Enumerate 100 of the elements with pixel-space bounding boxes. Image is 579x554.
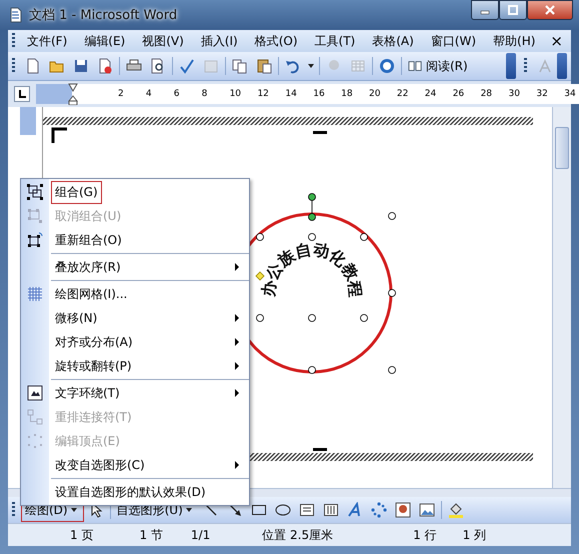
permission-icon[interactable] [97, 58, 113, 74]
ruler-number: 22 [396, 89, 410, 99]
help-icon[interactable] [379, 58, 395, 74]
ruler-number: 10 [230, 89, 242, 99]
status-text: 1 行 [413, 526, 437, 544]
caret-icon [70, 508, 77, 512]
ungroup-icon [27, 208, 43, 224]
submenu-arrow-icon [235, 461, 239, 469]
clip-art-icon[interactable] [394, 502, 411, 518]
ruler-number: 26 [452, 89, 466, 99]
status-text: 1 列 [462, 526, 486, 544]
edit-points-icon [27, 433, 43, 449]
maximize-icon [507, 5, 519, 15]
vertical-scrollbar[interactable] [552, 107, 571, 488]
toolbar-grip [12, 502, 15, 518]
undo-icon[interactable] [285, 58, 301, 74]
ruler-number: 24 [424, 89, 438, 99]
document-icon [8, 7, 24, 23]
status-text: 1 节 [139, 526, 163, 544]
tab-selector[interactable] [14, 86, 30, 102]
submenu-arrow-icon [235, 263, 239, 271]
minimize-button[interactable] [471, 0, 499, 20]
group-icon [27, 184, 43, 200]
status-text: 1 页 [70, 526, 94, 544]
ruler-number: 6 [174, 89, 181, 99]
ruler-number: 30 [508, 89, 521, 99]
fill-bucket-icon[interactable] [448, 502, 464, 518]
toolbar-grip [524, 58, 527, 74]
paste-icon[interactable] [256, 58, 272, 74]
ruler-number: 18 [341, 89, 354, 99]
connector-icon [27, 409, 43, 425]
text-wrap-icon [27, 385, 43, 401]
text-box-icon[interactable] [298, 502, 315, 518]
menu-item[interactable]: 微移(N) [51, 306, 102, 330]
close-button[interactable] [527, 0, 573, 20]
ruler-number: 32 [536, 89, 549, 99]
menu-item[interactable]: 改变自选图形(C) [51, 454, 149, 476]
wordart-icon[interactable] [346, 502, 363, 518]
ruler-number: 14 [285, 89, 298, 99]
caret-icon [186, 508, 192, 512]
caret-icon[interactable] [308, 64, 314, 68]
submenu-arrow-icon [235, 389, 239, 397]
menu-item[interactable]: 叠放次序(R) [51, 256, 125, 278]
new-document-icon[interactable] [25, 58, 41, 74]
submenu-arrow-icon [235, 314, 239, 322]
image-icon[interactable] [418, 502, 435, 518]
menu-item[interactable]: 工具(T) [308, 32, 366, 50]
close-icon [544, 5, 556, 15]
menu-item[interactable]: 编辑(E) [78, 32, 136, 50]
submenu-arrow-icon [235, 362, 239, 370]
ruler-number: 28 [480, 89, 494, 99]
rectangle-icon[interactable] [250, 502, 267, 518]
grid-icon [27, 286, 43, 302]
window-title: 文档 1 - Microsoft Word [29, 7, 178, 24]
margin-marker [313, 131, 327, 134]
read-button[interactable]: 阅读(R) [404, 58, 506, 74]
menu-item[interactable]: 文字环绕(T) [51, 382, 124, 404]
menu-item: 取消组合(U) [54, 208, 122, 224]
menu-item[interactable]: 组合(G) [51, 180, 102, 204]
submenu-arrow-icon [235, 338, 239, 346]
spelling-check-icon[interactable] [179, 58, 195, 74]
copy-icon[interactable] [232, 58, 248, 74]
menu-item[interactable]: 格式(O) [248, 32, 309, 50]
menu-item: 编辑顶点(E) [54, 432, 121, 450]
regroup-icon [27, 232, 43, 248]
wordart-text[interactable]: 办公族自动化教程 [258, 239, 366, 298]
save-icon[interactable] [73, 58, 89, 74]
ruler-number: 20 [369, 89, 382, 99]
diagram-icon[interactable] [370, 502, 387, 518]
status-text: 1/1 [190, 528, 210, 542]
book-icon [408, 59, 422, 73]
indent-marker-icon[interactable] [68, 83, 78, 105]
corner-mark [52, 128, 67, 143]
menu-item[interactable]: 插入(I) [194, 32, 249, 50]
margin-marker [313, 448, 327, 451]
ruler-number: 12 [257, 89, 270, 99]
menu-item[interactable]: 对齐或分布(A) [51, 330, 137, 354]
ruler-number: 2 [118, 89, 125, 99]
left-tab-icon [17, 89, 27, 99]
vertical-text-box-icon[interactable] [322, 502, 339, 518]
close-document-button[interactable]: × [550, 32, 563, 50]
menu-item[interactable]: 旋转或翻转(P) [51, 354, 136, 378]
maximize-button[interactable] [499, 0, 527, 20]
ruler-number: 4 [146, 89, 153, 99]
ruler-number: 8 [202, 89, 208, 99]
menu-item[interactable]: 窗口(W) [424, 32, 488, 50]
ruler-number: 16 [313, 89, 326, 99]
toolbar-grip [12, 58, 15, 74]
selection-handles[interactable] [255, 193, 396, 374]
menu-item[interactable]: 表格(A) [366, 32, 425, 50]
menu-item: 重排连接符(T) [54, 408, 133, 426]
status-text: 位置 2.5厘米 [262, 526, 334, 544]
menu-item[interactable]: 绘图网格(I)... [51, 282, 132, 306]
ruler-number: 34 [564, 89, 577, 99]
menu-item[interactable]: 视图(V) [136, 32, 195, 50]
oval-icon[interactable] [274, 502, 291, 518]
toolbar-grip [12, 33, 15, 49]
menu-item[interactable]: 帮助(H) [487, 32, 546, 50]
menu-item[interactable]: 文件(F) [21, 32, 78, 50]
menu-item[interactable]: 重新组合(O) [51, 228, 126, 252]
